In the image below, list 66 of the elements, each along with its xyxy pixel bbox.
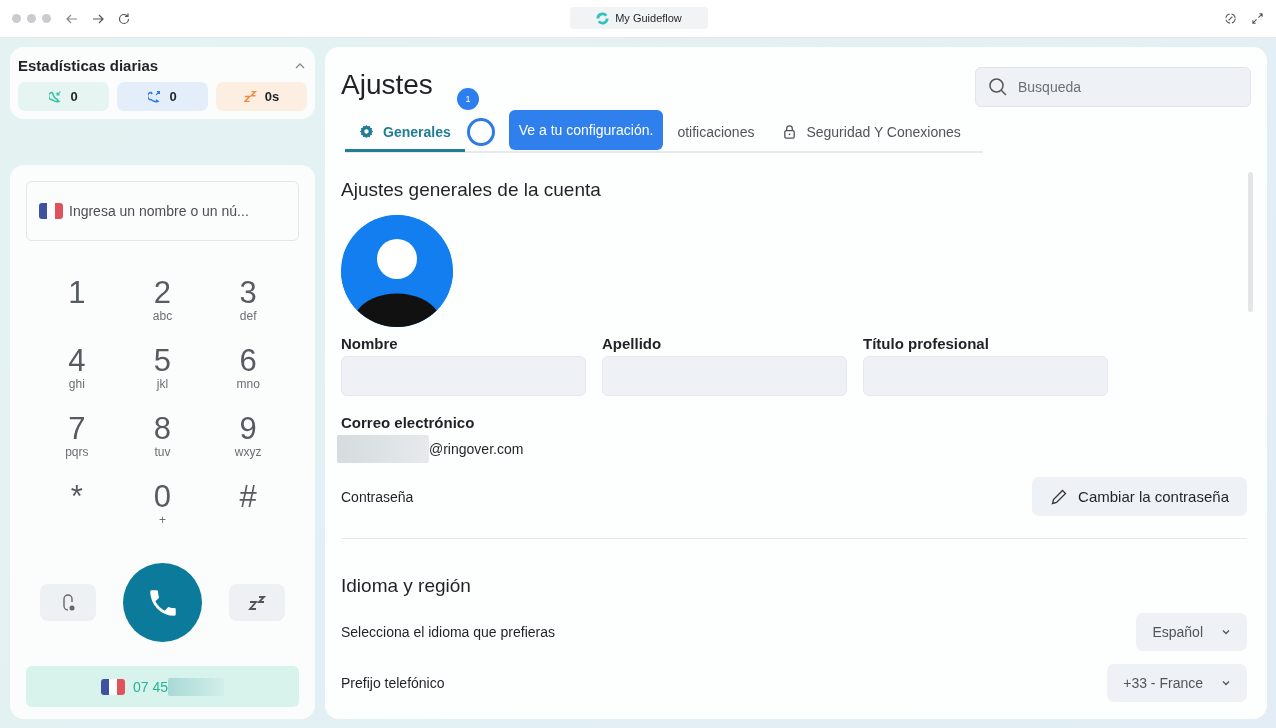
dial-key[interactable]: #	[205, 481, 291, 539]
dial-key[interactable]: 7 pqrs	[34, 413, 120, 471]
dropdown[interactable]: Español	[1136, 613, 1247, 651]
gear-icon	[359, 124, 374, 139]
browser-tab[interactable]: My Guideflow	[570, 7, 708, 29]
section-title: Ajustes generales de la cuenta	[341, 179, 602, 201]
settings-tab[interactable]: Generales	[345, 114, 465, 152]
field-label: Correo electrónico	[341, 414, 476, 431]
dial-key[interactable]: 1	[34, 277, 120, 335]
email-value: @ringover.com	[429, 441, 524, 457]
blurred-number	[168, 677, 224, 696]
dial-key[interactable]: 3 def	[205, 277, 291, 335]
password-label: Contraseña	[341, 488, 414, 505]
page-title: Ajustes	[341, 68, 433, 101]
dial-key[interactable]: 8 tuv	[119, 413, 206, 471]
field-label: Nombre	[341, 335, 399, 352]
section-title: Idioma y región	[341, 575, 472, 597]
snooze-icon	[247, 594, 267, 611]
search-field[interactable]: Busqueda	[975, 67, 1251, 107]
stats-title: Estadísticas diarias	[18, 57, 159, 74]
dial-key[interactable]: 5 jkl	[119, 345, 206, 403]
stat-chip: 0	[18, 82, 109, 111]
dial-key[interactable]: 9 wxyz	[205, 413, 291, 471]
caller-id-number: 07 45	[132, 678, 168, 695]
expand-icon[interactable]	[1251, 12, 1264, 25]
number-input-field[interactable]: Ingresa un nombre o un nú...	[26, 181, 299, 241]
change-password-button[interactable]: Cambiar la contraseña	[1032, 477, 1247, 516]
snooze-button[interactable]	[229, 584, 285, 621]
text-field[interactable]	[341, 356, 586, 396]
search-input[interactable]: Busqueda	[1016, 78, 1201, 96]
number-input[interactable]: Ingresa un nombre o un nú...	[67, 202, 286, 220]
incoming-call-icon	[49, 90, 63, 103]
logo-icon	[596, 11, 610, 25]
chevron-down-icon	[1221, 678, 1231, 688]
field-label: Título profesional	[863, 335, 990, 352]
dial-key[interactable]: *	[34, 481, 120, 539]
stat-chip: 0	[117, 82, 208, 111]
link-icon[interactable]	[1224, 12, 1237, 25]
france-flag-icon	[100, 678, 125, 695]
text-field[interactable]	[863, 356, 1108, 396]
dial-key[interactable]: 6 mno	[205, 345, 291, 403]
search-icon	[988, 77, 1008, 97]
guide-tooltip: Ve a tu configuración.	[508, 110, 664, 150]
step-badge: 1	[457, 88, 479, 110]
snooze-icon	[243, 90, 257, 103]
settings-tab[interactable]: Seguridad Y Conexiones	[768, 114, 975, 152]
reload-icon[interactable]	[117, 11, 131, 26]
dial-key[interactable]: 0 +	[119, 481, 206, 539]
chevron-down-icon	[1221, 627, 1231, 637]
dropdown[interactable]: +33 - France	[1107, 664, 1247, 702]
text-field[interactable]	[602, 356, 847, 396]
guide-hotspot[interactable]	[466, 118, 495, 146]
setting-label: Prefijo telefónico	[341, 675, 445, 691]
scrollbar[interactable]	[1248, 172, 1253, 312]
avatar-silhouette[interactable]	[341, 215, 453, 327]
dial-key[interactable]: 2 abc	[119, 277, 206, 335]
lock-icon	[782, 124, 798, 139]
voicemail-settings-button[interactable]	[40, 584, 96, 621]
setting-label: Selecciona el idioma que prefieras	[341, 624, 555, 640]
stat-chip: 0s	[216, 82, 307, 111]
field-label: Apellido	[602, 335, 663, 352]
dial-key[interactable]: 4 ghi	[34, 345, 120, 403]
settings-tab[interactable]: otificaciones	[663, 114, 769, 152]
france-flag-icon	[39, 203, 63, 219]
pencil-icon	[1050, 487, 1069, 506]
outgoing-call-icon	[148, 90, 162, 103]
